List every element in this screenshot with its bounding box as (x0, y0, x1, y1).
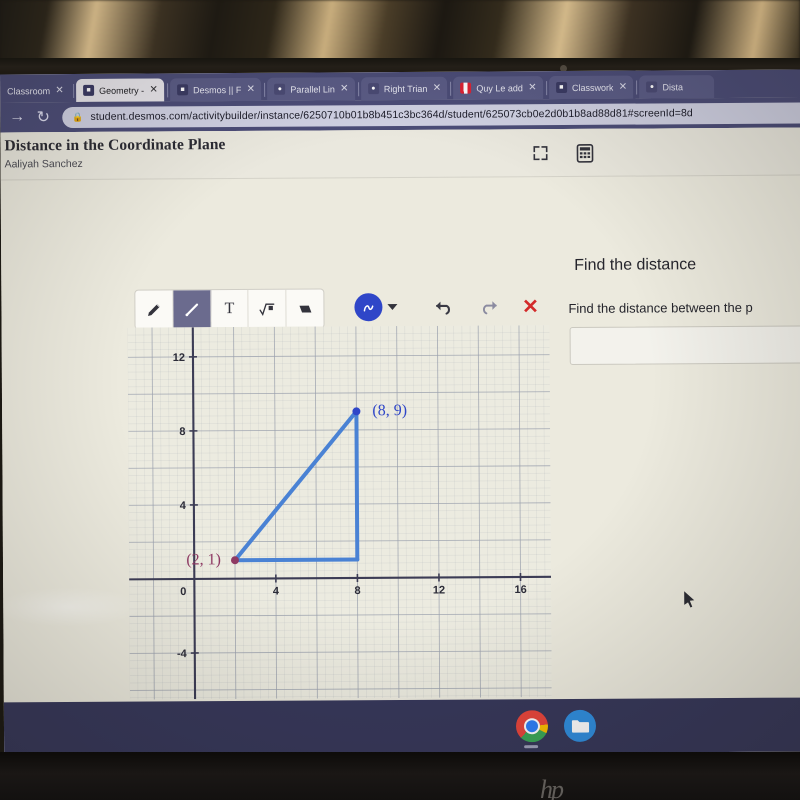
tab-label: Classroom (7, 85, 51, 96)
tab-label: Desmos || F (193, 84, 242, 95)
svg-text:4: 4 (180, 500, 187, 512)
tab-separator (264, 82, 266, 97)
eraser-tool[interactable] (287, 289, 324, 327)
flag-icon (460, 82, 472, 94)
forward-button[interactable]: → (4, 104, 30, 130)
doc-icon: ■ (83, 84, 95, 96)
tab-separator (73, 83, 75, 98)
taskbar (3, 697, 800, 757)
laptop-photo: Classroom ✕ ■ Geometry - ✕ ■ Desmos || F… (0, 0, 800, 800)
browser-tab[interactable]: ● Right Trian ✕ (360, 76, 448, 101)
laptop-bottom-bezel (0, 752, 800, 800)
browser-tab[interactable]: Quy Le add ✕ (453, 76, 543, 100)
svg-text:-4: -4 (177, 648, 188, 660)
svg-text:12: 12 (433, 584, 445, 596)
student-name: Aaliyah Sanchez (4, 157, 83, 171)
svg-text:8: 8 (354, 585, 360, 597)
math-tool[interactable] (248, 289, 287, 328)
svg-text:12: 12 (173, 352, 185, 364)
tab-close-icon[interactable]: ✕ (340, 83, 349, 94)
desmos-icon: ● (367, 83, 379, 95)
svg-text:(8, 9): (8, 9) (372, 402, 407, 419)
tab-close-icon[interactable]: ✕ (528, 82, 537, 93)
svg-text:16: 16 (514, 584, 526, 596)
tab-label: Geometry - (99, 85, 145, 96)
laptop-screen: Classroom ✕ ■ Geometry - ✕ ■ Desmos || F… (0, 69, 800, 757)
tab-label: Parallel Lin (290, 83, 335, 95)
screen-glare (0, 586, 144, 628)
tab-close-icon[interactable]: ✕ (55, 85, 64, 96)
tab-label: Right Trian (383, 83, 428, 94)
tab-separator (545, 81, 547, 96)
desmos-icon: ● (274, 83, 286, 95)
tab-label: Dista (662, 81, 683, 92)
lock-icon: 🔒 (72, 111, 84, 122)
browser-toolbar: → ↻ 🔒 student.desmos.com/activitybuilder… (0, 97, 800, 133)
pencil-tool[interactable] (135, 290, 174, 329)
brand-logo: hp (540, 775, 564, 800)
drawing-toolbar: T (134, 288, 325, 330)
browser-tab[interactable]: ● Parallel Lin ✕ (267, 77, 355, 101)
svg-text:0: 0 (180, 586, 186, 598)
address-bar[interactable]: 🔒 student.desmos.com/activitybuilder/ins… (62, 101, 800, 128)
background-blur (0, 0, 800, 64)
tab-label: Classwork (571, 82, 614, 93)
redo-button[interactable] (474, 292, 502, 320)
svg-text:4: 4 (273, 585, 280, 597)
coordinate-graph[interactable]: 4 8 12 16 -4 4 8 12 0 (2, 1) (8, 9) (127, 325, 552, 700)
chevron-down-icon[interactable] (387, 304, 398, 311)
color-picker-button[interactable] (354, 293, 383, 322)
tab-close-icon[interactable]: ✕ (149, 84, 158, 95)
reload-button[interactable]: ↻ (30, 104, 56, 130)
tab-close-icon[interactable]: ✕ (618, 82, 627, 93)
text-tool[interactable]: T (210, 289, 249, 329)
doc-icon: ■ (177, 84, 189, 96)
browser-tab[interactable]: Classroom ✕ (0, 79, 70, 102)
tab-separator (167, 83, 169, 98)
chrome-icon[interactable] (515, 710, 549, 743)
line-tool[interactable] (173, 290, 212, 329)
fullscreen-icon[interactable] (528, 141, 552, 165)
browser-tab[interactable]: ■ Geometry - ✕ (76, 78, 165, 102)
tab-separator (636, 80, 638, 95)
browser-tab[interactable]: ● Dista (639, 75, 715, 99)
tab-label: Quy Le add (476, 82, 523, 94)
calculator-icon[interactable] (572, 141, 596, 165)
tab-separator (450, 81, 452, 96)
delete-button[interactable]: ✕ (516, 292, 544, 320)
tab-close-icon[interactable]: ✕ (432, 83, 441, 94)
tab-close-icon[interactable]: ✕ (246, 84, 255, 95)
doc-icon: ■ (555, 81, 567, 94)
desmos-icon: ● (646, 81, 658, 93)
files-folder-icon[interactable] (563, 709, 597, 743)
graph-canvas[interactable]: 4 8 12 16 -4 4 8 12 0 (2, 1) (8, 9) (127, 325, 552, 700)
svg-text:8: 8 (179, 426, 185, 438)
browser-tab[interactable]: ■ Classwork ✕ (548, 75, 634, 100)
question-prompt: Find the distance between the p (568, 299, 753, 316)
url-text: student.desmos.com/activitybuilder/insta… (90, 107, 693, 123)
page-title: Distance in the Coordinate Plane (4, 136, 226, 155)
undo-button[interactable] (429, 293, 457, 321)
svg-text:(2, 1): (2, 1) (186, 551, 221, 568)
browser-tab[interactable]: ■ Desmos || F ✕ (170, 77, 262, 102)
tab-separator (357, 82, 359, 97)
active-app-indicator (524, 745, 539, 749)
activity-page: Distance in the Coordinate Plane Aaliyah… (0, 127, 800, 703)
answer-input[interactable] (569, 325, 800, 365)
question-heading: Find the distance (574, 256, 697, 274)
